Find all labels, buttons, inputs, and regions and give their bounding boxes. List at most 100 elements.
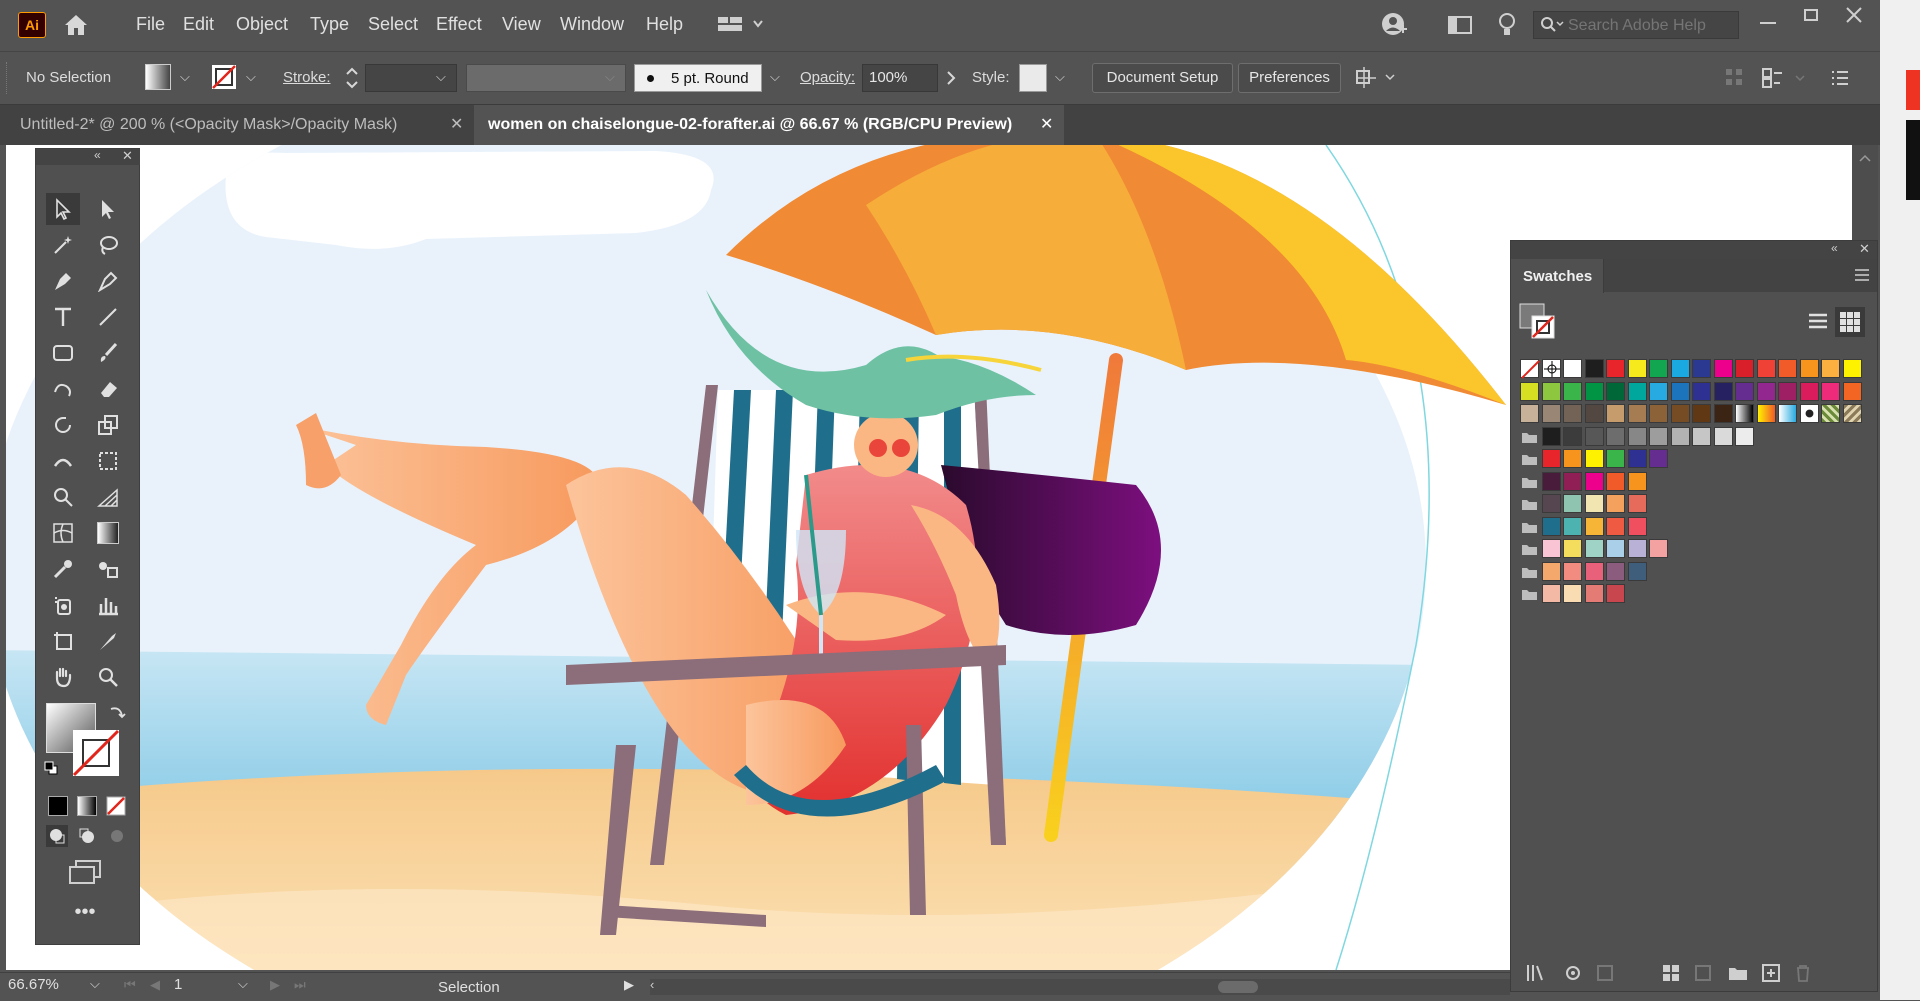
swatch-none[interactable] xyxy=(1520,359,1540,379)
none-mode-button[interactable] xyxy=(106,796,126,816)
last-artboard-icon[interactable]: ⏭ xyxy=(294,977,306,993)
brush-definition-field[interactable]: 5 pt. Round xyxy=(634,64,762,92)
add-to-library-icon[interactable] xyxy=(1563,963,1583,988)
color-swatch[interactable] xyxy=(1627,449,1647,468)
swatch-options-icon[interactable] xyxy=(1693,963,1713,988)
document-setup-button[interactable]: Document Setup xyxy=(1092,63,1233,93)
eyedropper-tool-icon[interactable] xyxy=(46,553,80,585)
color-swatch[interactable] xyxy=(1541,494,1561,513)
color-swatch[interactable] xyxy=(1584,584,1604,603)
color-swatch[interactable] xyxy=(1735,359,1754,378)
color-swatch[interactable] xyxy=(1606,539,1625,558)
color-swatch[interactable] xyxy=(1563,404,1582,423)
menu-type[interactable]: Type xyxy=(310,14,349,35)
menu-edit[interactable]: Edit xyxy=(183,14,214,35)
swatch-gradient[interactable] xyxy=(1756,404,1776,423)
color-swatch[interactable] xyxy=(1670,426,1690,446)
opacity-field[interactable]: 100% xyxy=(862,64,938,92)
minimize-icon[interactable] xyxy=(1760,22,1776,24)
color-swatch[interactable] xyxy=(1649,539,1668,558)
color-swatch[interactable] xyxy=(1670,359,1690,378)
zoom-field[interactable]: 66.67% ⌵ xyxy=(8,976,108,998)
color-swatch[interactable] xyxy=(1520,381,1539,401)
default-fill-stroke-icon[interactable] xyxy=(44,761,58,775)
color-swatch[interactable] xyxy=(1541,404,1561,423)
menu-help[interactable]: Help xyxy=(646,14,683,35)
perspective-grid-tool-icon[interactable] xyxy=(91,481,125,513)
color-swatch[interactable] xyxy=(1541,471,1561,491)
color-swatch[interactable] xyxy=(1821,381,1840,401)
profile-chevron-icon[interactable]: ⌵ xyxy=(605,69,615,85)
color-swatch[interactable] xyxy=(1563,449,1582,468)
color-swatch[interactable] xyxy=(1563,516,1582,536)
transform-icon[interactable] xyxy=(1354,64,1398,92)
swatch-pattern[interactable] xyxy=(1799,404,1819,423)
tab-untitled-2[interactable]: Untitled-2* @ 200 % (<Opacity Mask>/Opac… xyxy=(6,105,470,145)
status-menu-icon[interactable]: ▶ xyxy=(624,977,634,993)
discover-bulb-icon[interactable] xyxy=(1496,11,1518,39)
color-swatch[interactable] xyxy=(1606,426,1625,446)
menu-file[interactable]: File xyxy=(136,14,165,35)
scroll-left-icon[interactable]: ‹ xyxy=(650,977,654,992)
color-swatch[interactable] xyxy=(1606,561,1625,581)
isolate-group-icon[interactable] xyxy=(1724,67,1744,87)
color-swatch[interactable] xyxy=(1649,359,1668,378)
curvature-tool-icon[interactable] xyxy=(91,265,125,297)
color-swatch[interactable] xyxy=(1606,494,1625,513)
type-tool-icon[interactable] xyxy=(46,301,80,333)
tab-women-on-chaiselongue[interactable]: women on chaiselongue-02-forafter.ai @ 6… xyxy=(474,105,1064,145)
color-swatch[interactable] xyxy=(1606,516,1625,536)
fill-chevron-icon[interactable]: ⌵ xyxy=(180,69,190,85)
color-swatch[interactable] xyxy=(1778,381,1797,401)
color-swatch[interactable] xyxy=(1584,404,1604,423)
new-swatch-icon[interactable] xyxy=(1761,963,1781,988)
menu-effect[interactable]: Effect xyxy=(436,14,482,35)
blend-tool-icon[interactable] xyxy=(91,553,125,585)
maximize-icon[interactable] xyxy=(1804,9,1818,21)
color-swatch[interactable] xyxy=(1670,404,1690,423)
place-swatch-icon[interactable] xyxy=(1595,963,1615,988)
rotate-tool-icon[interactable] xyxy=(46,409,80,441)
fill-stroke-indicator[interactable] xyxy=(1519,303,1555,339)
close-panel-icon[interactable]: ✕ xyxy=(1859,241,1870,257)
opacity-arrow-icon[interactable] xyxy=(940,64,962,92)
eraser-tool-icon[interactable] xyxy=(91,373,125,405)
close-tab-icon[interactable]: ✕ xyxy=(450,105,463,145)
zoom-tool-icon[interactable] xyxy=(91,661,125,693)
color-swatch[interactable] xyxy=(1649,381,1668,401)
swap-fill-stroke-icon[interactable] xyxy=(108,703,126,721)
color-group-folder-icon[interactable] xyxy=(1520,494,1539,513)
pen-tool-icon[interactable] xyxy=(46,265,80,297)
direct-selection-tool-icon[interactable] xyxy=(91,193,125,225)
selection-tool-icon[interactable] xyxy=(46,193,80,225)
color-swatch[interactable] xyxy=(1563,471,1582,491)
menu-window[interactable]: Window xyxy=(560,14,624,35)
color-swatch[interactable] xyxy=(1735,381,1754,401)
lasso-tool-icon[interactable] xyxy=(91,229,125,261)
panel-tab-swatches[interactable]: Swatches xyxy=(1511,259,1604,293)
style-chevron-icon[interactable]: ⌵ xyxy=(1055,69,1065,85)
draw-normal-icon[interactable] xyxy=(46,825,68,847)
search-help-field[interactable] xyxy=(1533,11,1739,39)
color-swatch[interactable] xyxy=(1584,539,1604,558)
symbol-sprayer-tool-icon[interactable] xyxy=(46,589,80,621)
stroke-color-swatch[interactable] xyxy=(211,64,237,90)
color-swatch[interactable] xyxy=(1584,471,1604,491)
color-swatch[interactable] xyxy=(1692,426,1711,446)
menu-select[interactable]: Select xyxy=(368,14,418,35)
color-swatch[interactable] xyxy=(1563,381,1582,401)
workspace-switcher-icon[interactable] xyxy=(716,12,766,36)
close-window-icon[interactable] xyxy=(1845,6,1863,24)
color-group-folder-icon[interactable] xyxy=(1520,562,1539,581)
swatch-pattern[interactable] xyxy=(1821,404,1840,423)
artboard-chevron-icon[interactable]: ⌵ xyxy=(238,976,248,992)
color-group-folder-icon[interactable] xyxy=(1520,517,1539,536)
artboard-number-field[interactable]: 1 ⌵ xyxy=(174,976,254,998)
color-swatch[interactable] xyxy=(1541,584,1561,603)
width-tool-icon[interactable] xyxy=(46,445,80,477)
color-swatch[interactable] xyxy=(1842,381,1862,401)
color-swatch[interactable] xyxy=(1627,516,1647,536)
color-swatch[interactable] xyxy=(1541,449,1561,468)
collapse-panel-icon[interactable]: « xyxy=(1831,241,1838,255)
shape-builder-tool-icon[interactable] xyxy=(46,481,80,513)
